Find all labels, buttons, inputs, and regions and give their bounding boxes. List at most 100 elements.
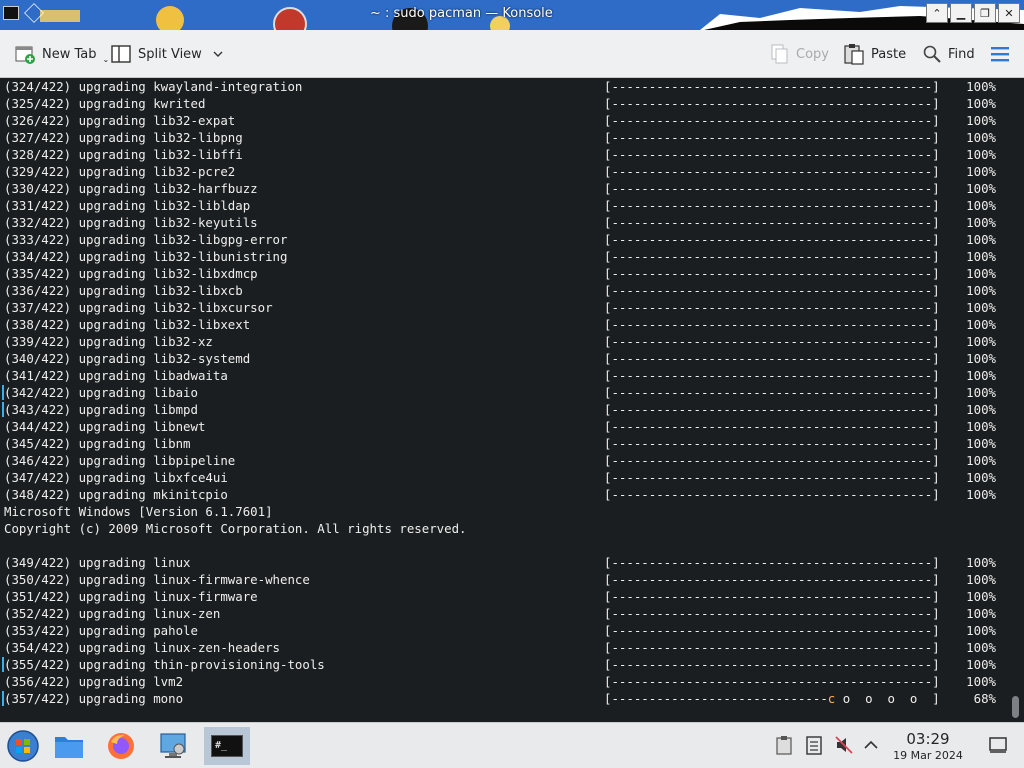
terminal-line: (346/422) upgrading libpipeline [4,453,236,468]
windows-start-icon [7,730,39,762]
show-desktop-icon[interactable] [988,735,1008,755]
progress-percent: 100% [966,385,996,400]
minimize-button[interactable]: ▁ [950,3,972,23]
scrollbar-thumb[interactable] [1012,696,1019,718]
progress-percent: 100% [966,589,996,604]
terminal-line: (330/422) upgrading lib32-harfbuzz [4,181,258,196]
taskbar-konsole[interactable]: #_ [204,727,250,765]
clock-time[interactable]: 03:29 [880,730,976,748]
progress-bar: [---------------------------------------… [604,113,940,128]
konsole-icon: #_ [211,735,243,757]
terminal-line: (353/422) upgrading pahole [4,623,198,638]
terminal-line: (329/422) upgrading lib32-pcre2 [4,164,236,179]
taskbar-system-settings[interactable] [152,727,194,765]
paste-label: Paste [871,46,907,62]
clock-date[interactable]: 19 Mar 2024 [880,749,976,762]
terminal-line: (344/422) upgrading libnewt [4,419,206,434]
progress-bar: [---------------------------------------… [604,232,940,247]
progress-percent: 100% [966,572,996,587]
terminal-line: (327/422) upgrading lib32-libpng [4,130,243,145]
terminal-line: (350/422) upgrading linux-firmware-whenc… [4,572,310,587]
close-button[interactable]: ✕ [998,3,1020,23]
split-view-button[interactable]: Split View [110,40,224,68]
taskbar: #_ 03:29 19 Mar 2024 [0,722,1024,768]
progress-bar: [---------------------------------------… [604,470,940,485]
progress-percent: 100% [966,334,996,349]
progress-bar: [---------------------------------------… [604,317,940,332]
progress-percent: 100% [966,147,996,162]
progress-bar: [---------------------------------------… [604,198,940,213]
progress-percent: 100% [966,674,996,689]
line-marker [2,657,4,672]
progress-bar: [---------------------------------------… [604,266,940,281]
konsole-toolbar: New Tab ⌄ Split View Copy Paste Find [0,30,1024,78]
notes-icon[interactable] [806,735,822,755]
progress-bar: [---------------------------------------… [604,453,940,468]
progress-percent: 100% [966,606,996,621]
terminal-line: (347/422) upgrading libxfce4ui [4,470,228,485]
search-icon [923,45,941,63]
progress-percent: 100% [966,181,996,196]
volume-muted-icon[interactable] [834,735,854,755]
terminal-line: (351/422) upgrading linux-firmware [4,589,258,604]
progress-percent: 100% [966,198,996,213]
line-marker [2,385,4,400]
progress-bar: [---------------------------------------… [604,164,940,179]
paste-button[interactable]: Paste [843,40,906,68]
terminal-line: (331/422) upgrading lib32-libldap [4,198,251,213]
progress-percent: 100% [966,266,996,281]
clipboard-icon[interactable] [776,735,792,755]
line-marker [2,691,4,706]
progress-bar: [---------------------------------------… [604,572,940,587]
maximize-button[interactable]: ❐ [974,3,996,23]
progress-percent: 100% [966,555,996,570]
tray-expand-chevron-icon[interactable] [863,735,879,755]
terminal-line: (357/422) upgrading mono [4,691,184,706]
window-titlebar[interactable]: ~ : sudo pacman — Konsole ⌃ ▁ ❐ ✕ [0,0,1024,30]
keep-above-button[interactable]: ⌃ [926,3,948,23]
progress-bar: [---------------------------------------… [604,249,940,264]
progress-percent: 100% [966,96,996,111]
progress-bar: [---------------------------------------… [604,419,940,434]
terminal-line: Microsoft Windows [Version 6.1.7601] [4,504,273,519]
new-tab-icon [15,46,35,64]
progress-percent: 100% [966,232,996,247]
progress-percent: 100% [966,351,996,366]
window-title: ~ : sudo pacman — Konsole [370,6,553,21]
terminal-line: (345/422) upgrading libnm [4,436,191,451]
settings-monitor-icon [160,733,186,758]
progress-percent: 100% [966,487,996,502]
terminal-line: (335/422) upgrading lib32-libxdmcp [4,266,258,281]
progress-percent: 100% [966,164,996,179]
terminal-line: (340/422) upgrading lib32-systemd [4,351,251,366]
taskbar-file-manager[interactable] [48,727,90,765]
progress-bar: [---------------------------------------… [604,334,940,349]
progress-bar: [---------------------------------------… [604,657,940,672]
terminal-line: (352/422) upgrading linux-zen [4,606,221,621]
progress-bar: [---------------------------------------… [604,589,940,604]
progress-bar: [---------------------------------------… [604,487,940,502]
progress-bar: [---------------------------------------… [604,283,940,298]
progress-percent: 100% [966,79,996,94]
terminal-line: (338/422) upgrading lib32-libxext [4,317,251,332]
konsole-app-icon[interactable] [3,6,19,20]
new-tab-button[interactable]: New Tab ⌄ [14,40,109,68]
terminal-line: (356/422) upgrading lvm2 [4,674,184,689]
new-tab-label: New Tab [42,46,97,62]
terminal-view[interactable]: (324/422) upgrading kwayland-integration… [0,78,1008,722]
start-menu-button[interactable] [2,727,44,765]
split-view-icon [111,45,131,63]
progress-bar: [---------------------------------------… [604,96,940,111]
progress-bar: [-----------------------------c o o o o … [604,691,940,706]
terminal-line: (337/422) upgrading lib32-libxcursor [4,300,273,315]
terminal-line: (336/422) upgrading lib32-libxcb [4,283,243,298]
hamburger-menu-button[interactable] [990,44,1010,64]
terminal-line: (325/422) upgrading kwrited [4,96,206,111]
taskbar-firefox[interactable] [100,727,142,765]
terminal-line: (343/422) upgrading libmpd [4,402,198,417]
terminal-line: (334/422) upgrading lib32-libunistring [4,249,288,264]
copy-button[interactable]: Copy [770,40,829,68]
terminal-scrollbar[interactable] [1008,78,1024,722]
find-button[interactable]: Find [922,40,975,68]
progress-remaining-dots: o o o o [835,691,933,706]
